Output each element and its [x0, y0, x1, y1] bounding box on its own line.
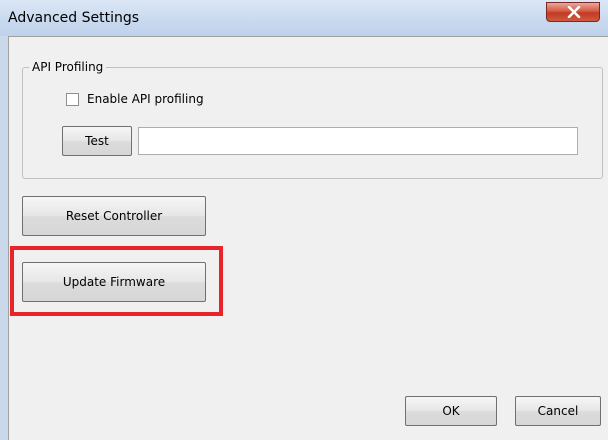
cancel-button[interactable]: Cancel	[515, 396, 601, 426]
reset-controller-button[interactable]: Reset Controller	[22, 196, 206, 236]
close-button[interactable]	[546, 2, 600, 22]
update-firmware-button[interactable]: Update Firmware	[22, 262, 206, 302]
enable-api-profiling-checkbox[interactable]	[66, 93, 79, 106]
api-profiling-group: API Profiling Enable API profiling Test	[22, 60, 603, 179]
enable-api-profiling-label[interactable]: Enable API profiling	[87, 92, 204, 106]
window-title: Advanced Settings	[8, 10, 140, 26]
test-input[interactable]	[138, 127, 578, 155]
close-icon	[567, 6, 581, 18]
test-button[interactable]: Test	[62, 126, 132, 156]
ok-button[interactable]: OK	[405, 396, 497, 426]
dialog-body: API Profiling Enable API profiling Test …	[8, 36, 608, 440]
title-bar: Advanced Settings	[0, 0, 608, 36]
group-label: API Profiling	[29, 60, 107, 74]
